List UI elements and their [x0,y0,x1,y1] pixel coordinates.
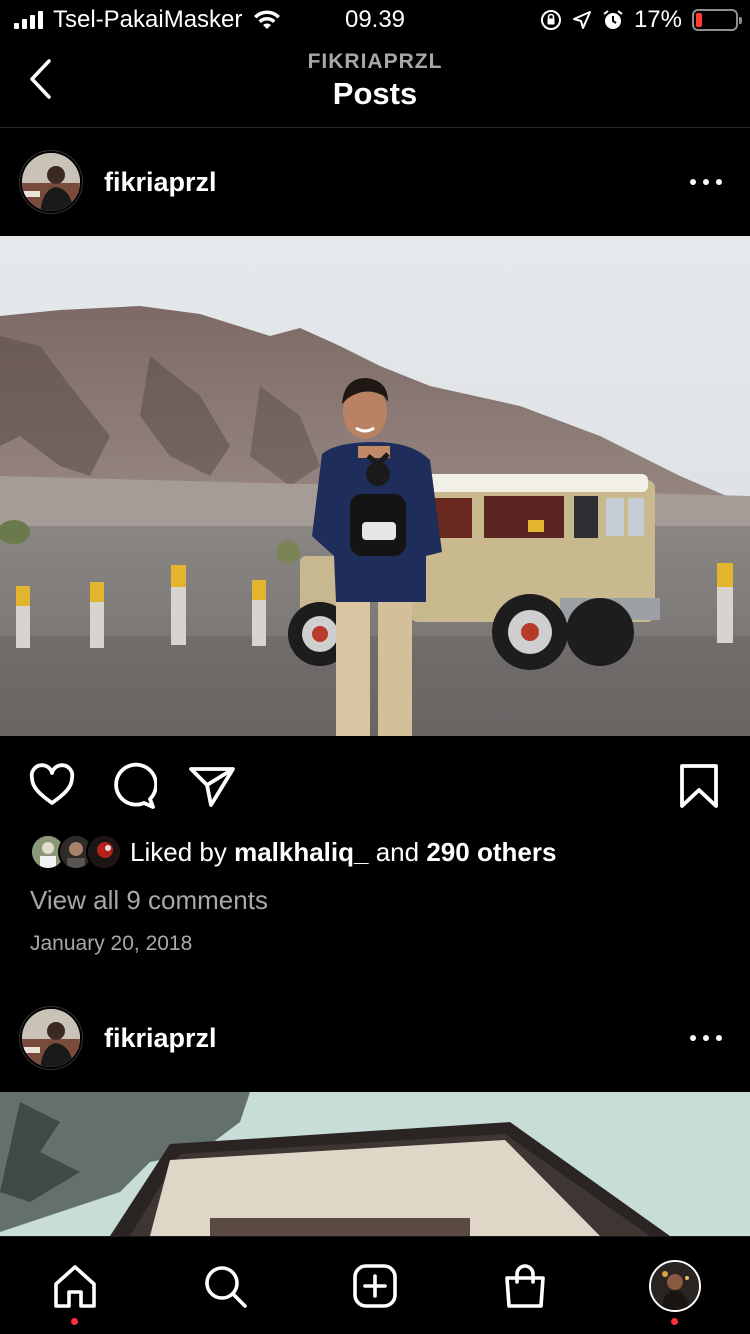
page-title: Posts [332,76,418,111]
avatar-photo [22,153,80,211]
username[interactable]: fikriaprzl [104,167,217,198]
profile-avatar [649,1260,701,1312]
post-actions [0,737,750,833]
view-all-comments-link[interactable]: View all 9 comments [30,885,268,916]
create-icon [353,1264,397,1308]
search-icon [205,1266,247,1308]
status-left: Tsel-PakaiMasker [14,6,282,34]
post-image[interactable] [0,1092,750,1236]
battery-icon [692,9,742,31]
liked-by-others[interactable]: 290 others [426,837,556,867]
status-right: 17% [540,6,742,34]
status-bar: Tsel-PakaiMasker 09.39 17% [0,0,750,40]
alarm-icon [603,10,623,29]
liked-by-user[interactable]: malkhaliq_ [234,837,368,867]
profile-notification-dot [671,1318,678,1325]
tab-home[interactable] [50,1261,100,1311]
username[interactable]: fikriaprzl [104,1023,217,1054]
tab-create[interactable] [350,1261,400,1311]
home-notification-dot [71,1318,78,1325]
tab-shop[interactable] [500,1261,550,1311]
post-image[interactable] [0,236,750,736]
comment-icon[interactable] [107,761,157,811]
post-header: fikriaprzl [0,984,750,1092]
tab-search[interactable] [200,1261,250,1311]
send-icon[interactable] [187,761,237,811]
tab-bar [0,1236,750,1334]
avatar[interactable] [20,151,82,213]
post-date: January 20, 2018 [30,932,193,955]
liked-by-and: and [375,836,420,867]
page-header: FIKRIAPRZL Posts [0,40,750,128]
post-header: fikriaprzl [0,128,750,236]
signal-icon [14,11,43,29]
more-options-button[interactable] [690,168,722,196]
rotation-lock-icon [540,10,561,30]
battery-level [696,13,703,27]
header-username: FIKRIAPRZL [307,50,443,73]
more-options-button[interactable] [690,1024,722,1052]
liker-avatar-3 [86,834,122,870]
home-icon [54,1265,96,1308]
liked-by-prefix: Liked by [130,836,227,867]
avatar[interactable] [20,1007,82,1069]
tab-profile[interactable] [648,1260,702,1312]
liker-avatars [30,834,122,870]
heart-icon[interactable] [27,761,77,811]
carrier-name: Tsel-PakaiMasker [53,6,243,33]
location-icon [572,11,591,29]
liked-by-row[interactable]: Liked by malkhaliq_ and 290 others [30,832,556,872]
bookmark-icon[interactable] [674,761,724,811]
avatar-photo [22,1009,80,1067]
battery-percent: 17% [633,6,682,33]
liked-by-text: Liked by malkhaliq_ and 290 others [130,837,556,868]
shop-icon [505,1264,545,1308]
wifi-icon [254,10,281,29]
